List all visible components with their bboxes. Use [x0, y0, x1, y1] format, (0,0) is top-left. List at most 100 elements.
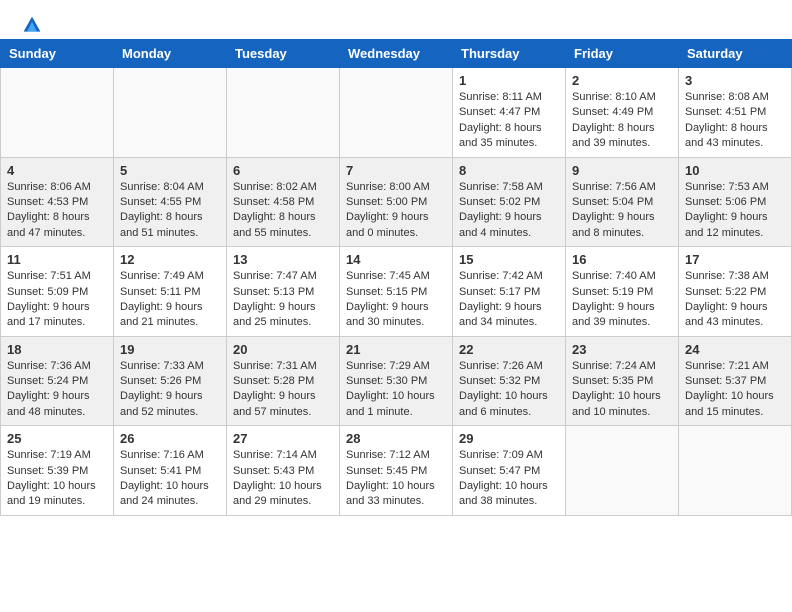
day-info: Daylight: 10 hours and 6 minutes. — [459, 389, 559, 420]
day-info: Sunrise: 7:31 AM — [233, 359, 333, 374]
day-info: Sunset: 5:30 PM — [346, 374, 446, 389]
calendar-header-wednesday: Wednesday — [340, 40, 453, 68]
day-info: Sunrise: 7:56 AM — [572, 180, 672, 195]
calendar-cell: 27Sunrise: 7:14 AMSunset: 5:43 PMDayligh… — [227, 426, 340, 516]
day-info: Daylight: 8 hours and 39 minutes. — [572, 121, 672, 152]
day-info: Sunrise: 8:04 AM — [120, 180, 220, 195]
calendar-cell: 1Sunrise: 8:11 AMSunset: 4:47 PMDaylight… — [453, 68, 566, 158]
day-number: 9 — [572, 163, 672, 178]
day-number: 8 — [459, 163, 559, 178]
day-info: Daylight: 9 hours and 52 minutes. — [120, 389, 220, 420]
day-info: Daylight: 9 hours and 30 minutes. — [346, 300, 446, 331]
day-info: Sunrise: 7:51 AM — [7, 269, 107, 284]
day-info: Sunrise: 8:10 AM — [572, 90, 672, 105]
day-info: Sunrise: 7:38 AM — [685, 269, 785, 284]
day-number: 18 — [7, 342, 107, 357]
calendar-cell: 15Sunrise: 7:42 AMSunset: 5:17 PMDayligh… — [453, 247, 566, 337]
calendar-cell: 19Sunrise: 7:33 AMSunset: 5:26 PMDayligh… — [114, 336, 227, 426]
day-info: Daylight: 9 hours and 8 minutes. — [572, 210, 672, 241]
day-info: Sunset: 5:47 PM — [459, 464, 559, 479]
calendar-header-friday: Friday — [566, 40, 679, 68]
calendar-cell: 18 Sunrise: 7:36 AMSunset: 5:24 PMDayligh… — [1, 336, 114, 426]
day-number: 27 — [233, 431, 333, 446]
day-info: Sunrise: 8:11 AM — [459, 90, 559, 105]
calendar-header-row: SundayMondayTuesdayWednesdayThursdayFrid… — [1, 40, 792, 68]
day-info: Daylight: 10 hours and 1 minute. — [346, 389, 446, 420]
calendar-cell: 23Sunrise: 7:24 AMSunset: 5:35 PMDayligh… — [566, 336, 679, 426]
calendar-week-4: 18Sunrise: 7:36 AMSunset: 5:24 PMDayligh… — [1, 336, 792, 426]
logo — [20, 15, 44, 29]
day-info: Sunset: 5:06 PM — [685, 195, 785, 210]
day-info: Daylight: 9 hours and 25 minutes. — [233, 300, 333, 331]
calendar-cell: 6Sunrise: 8:02 AMSunset: 4:58 PMDaylight… — [227, 157, 340, 247]
day-info: Sunrise: 7:24 AM — [572, 359, 672, 374]
day-info: Daylight: 9 hours and 43 minutes. — [685, 300, 785, 331]
day-number: 28 — [346, 431, 446, 446]
day-info: Sunset: 5:37 PM — [685, 374, 785, 389]
day-info: Sunset: 4:47 PM — [459, 105, 559, 120]
day-number: 19 — [120, 342, 220, 357]
calendar-cell: 10Sunrise: 7:53 AMSunset: 5:06 PMDayligh… — [679, 157, 792, 247]
day-info: Sunrise: 8:08 AM — [685, 90, 785, 105]
day-info: Sunset: 5:45 PM — [346, 464, 446, 479]
day-info: Daylight: 10 hours and 19 minutes. — [7, 479, 107, 510]
calendar-cell: 21Sunrise: 7:29 AMSunset: 5:30 PMDayligh… — [340, 336, 453, 426]
day-info: Sunrise: 7:58 AM — [459, 180, 559, 195]
day-info: Daylight: 9 hours and 12 minutes. — [685, 210, 785, 241]
day-info: Sunset: 5:22 PM — [685, 285, 785, 300]
day-info: Daylight: 9 hours and 4 minutes. — [459, 210, 559, 241]
calendar-cell — [1, 68, 114, 158]
day-info: Sunset: 4:53 PM — [7, 195, 107, 210]
day-info: Sunset: 5:24 PM — [7, 374, 107, 389]
calendar-cell — [679, 426, 792, 516]
day-info: Sunset: 5:39 PM — [7, 464, 107, 479]
calendar-body: 1Sunrise: 8:11 AMSunset: 4:47 PMDaylight… — [1, 68, 792, 516]
day-info: Daylight: 10 hours and 10 minutes. — [572, 389, 672, 420]
calendar-header-thursday: Thursday — [453, 40, 566, 68]
day-info: Sunset: 5:13 PM — [233, 285, 333, 300]
calendar-cell: 26Sunrise: 7:16 AMSunset: 5:41 PMDayligh… — [114, 426, 227, 516]
day-info: Daylight: 9 hours and 39 minutes. — [572, 300, 672, 331]
day-info: Sunrise: 7:33 AM — [120, 359, 220, 374]
calendar-cell: 14Sunrise: 7:45 AMSunset: 5:15 PMDayligh… — [340, 247, 453, 337]
calendar-cell: 29Sunrise: 7:09 AMSunset: 5:47 PMDayligh… — [453, 426, 566, 516]
day-number: 26 — [120, 431, 220, 446]
calendar-week-5: 25Sunrise: 7:19 AMSunset: 5:39 PMDayligh… — [1, 426, 792, 516]
day-number: 22 — [459, 342, 559, 357]
calendar-cell — [227, 68, 340, 158]
day-number: 21 — [346, 342, 446, 357]
day-info: Daylight: 9 hours and 21 minutes. — [120, 300, 220, 331]
day-info: Daylight: 9 hours and 48 minutes. — [7, 389, 107, 420]
calendar-cell: 4Sunrise: 8:06 AMSunset: 4:53 PMDaylight… — [1, 157, 114, 247]
day-info: Sunset: 4:49 PM — [572, 105, 672, 120]
day-info: Sunrise: 8:02 AM — [233, 180, 333, 195]
calendar-cell — [114, 68, 227, 158]
day-info: Sunrise: 7:21 AM — [685, 359, 785, 374]
day-info: Sunset: 5:41 PM — [120, 464, 220, 479]
day-number: 6 — [233, 163, 333, 178]
calendar-cell: 2Sunrise: 8:10 AMSunset: 4:49 PMDaylight… — [566, 68, 679, 158]
calendar-header-tuesday: Tuesday — [227, 40, 340, 68]
day-info: Daylight: 10 hours and 38 minutes. — [459, 479, 559, 510]
day-info: Daylight: 10 hours and 33 minutes. — [346, 479, 446, 510]
calendar-cell — [566, 426, 679, 516]
day-info: Daylight: 8 hours and 55 minutes. — [233, 210, 333, 241]
calendar-cell: 5Sunrise: 8:04 AMSunset: 4:55 PMDaylight… — [114, 157, 227, 247]
day-info: Sunset: 5:04 PM — [572, 195, 672, 210]
day-number: 7 — [346, 163, 446, 178]
day-number: 15 — [459, 252, 559, 267]
day-number: 11 — [7, 252, 107, 267]
day-info: Daylight: 9 hours and 0 minutes. — [346, 210, 446, 241]
day-info: Sunset: 5:28 PM — [233, 374, 333, 389]
day-info: Sunrise: 7:36 AM — [7, 359, 107, 374]
day-info: Sunrise: 7:45 AM — [346, 269, 446, 284]
day-info: Sunset: 5:19 PM — [572, 285, 672, 300]
day-number: 13 — [233, 252, 333, 267]
day-number: 5 — [120, 163, 220, 178]
day-info: Sunrise: 7:47 AM — [233, 269, 333, 284]
calendar-cell: 17Sunrise: 7:38 AMSunset: 5:22 PMDayligh… — [679, 247, 792, 337]
day-number: 14 — [346, 252, 446, 267]
calendar-table: SundayMondayTuesdayWednesdayThursdayFrid… — [0, 39, 792, 516]
day-info: Sunset: 5:32 PM — [459, 374, 559, 389]
day-info: Sunrise: 7:26 AM — [459, 359, 559, 374]
